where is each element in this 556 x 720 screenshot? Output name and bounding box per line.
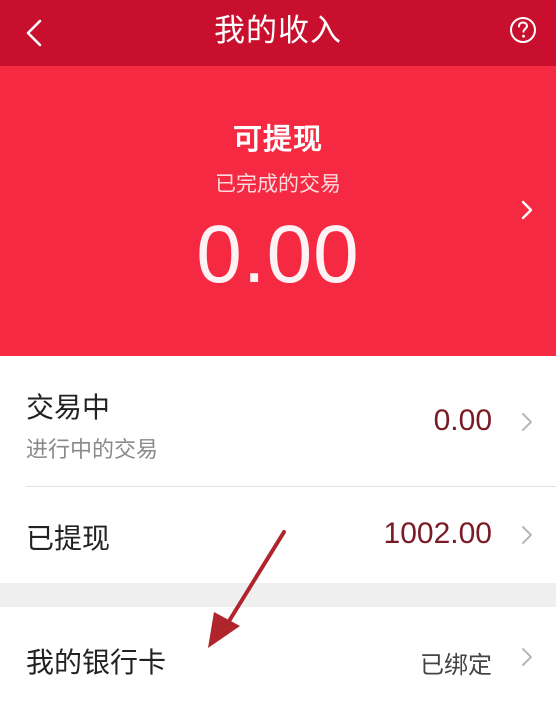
withdrawn-label: 已提现: [26, 522, 111, 555]
chevron-right-icon: [520, 410, 534, 434]
bank-card-row[interactable]: 我的银行卡 已绑定: [0, 607, 556, 720]
trading-row[interactable]: 交易中 进行中的交易 0.00: [0, 356, 556, 486]
available-balance-card[interactable]: 可提现 已完成的交易 0.00: [0, 66, 556, 356]
question-circle-icon: [510, 17, 536, 43]
chevron-right-icon: [520, 645, 534, 669]
bank-card-label: 我的银行卡: [26, 646, 167, 679]
section-gap: [0, 583, 556, 607]
trading-subtitle: 进行中的交易: [26, 438, 159, 463]
help-button[interactable]: [508, 15, 538, 45]
page-title: 我的收入: [214, 13, 342, 49]
available-subtitle: 已完成的交易: [215, 172, 341, 196]
chevron-right-icon: [518, 196, 536, 224]
header-bar: 我的收入: [0, 0, 556, 66]
bank-card-status: 已绑定: [420, 652, 492, 679]
trading-label: 交易中: [26, 391, 111, 424]
available-amount: 0.00: [196, 209, 360, 300]
chevron-right-icon: [520, 523, 534, 547]
available-label: 可提现: [232, 122, 323, 156]
withdrawn-row[interactable]: 已提现 1002.00: [0, 487, 556, 583]
withdrawn-amount: 1002.00: [383, 517, 492, 550]
trading-amount: 0.00: [433, 404, 492, 437]
